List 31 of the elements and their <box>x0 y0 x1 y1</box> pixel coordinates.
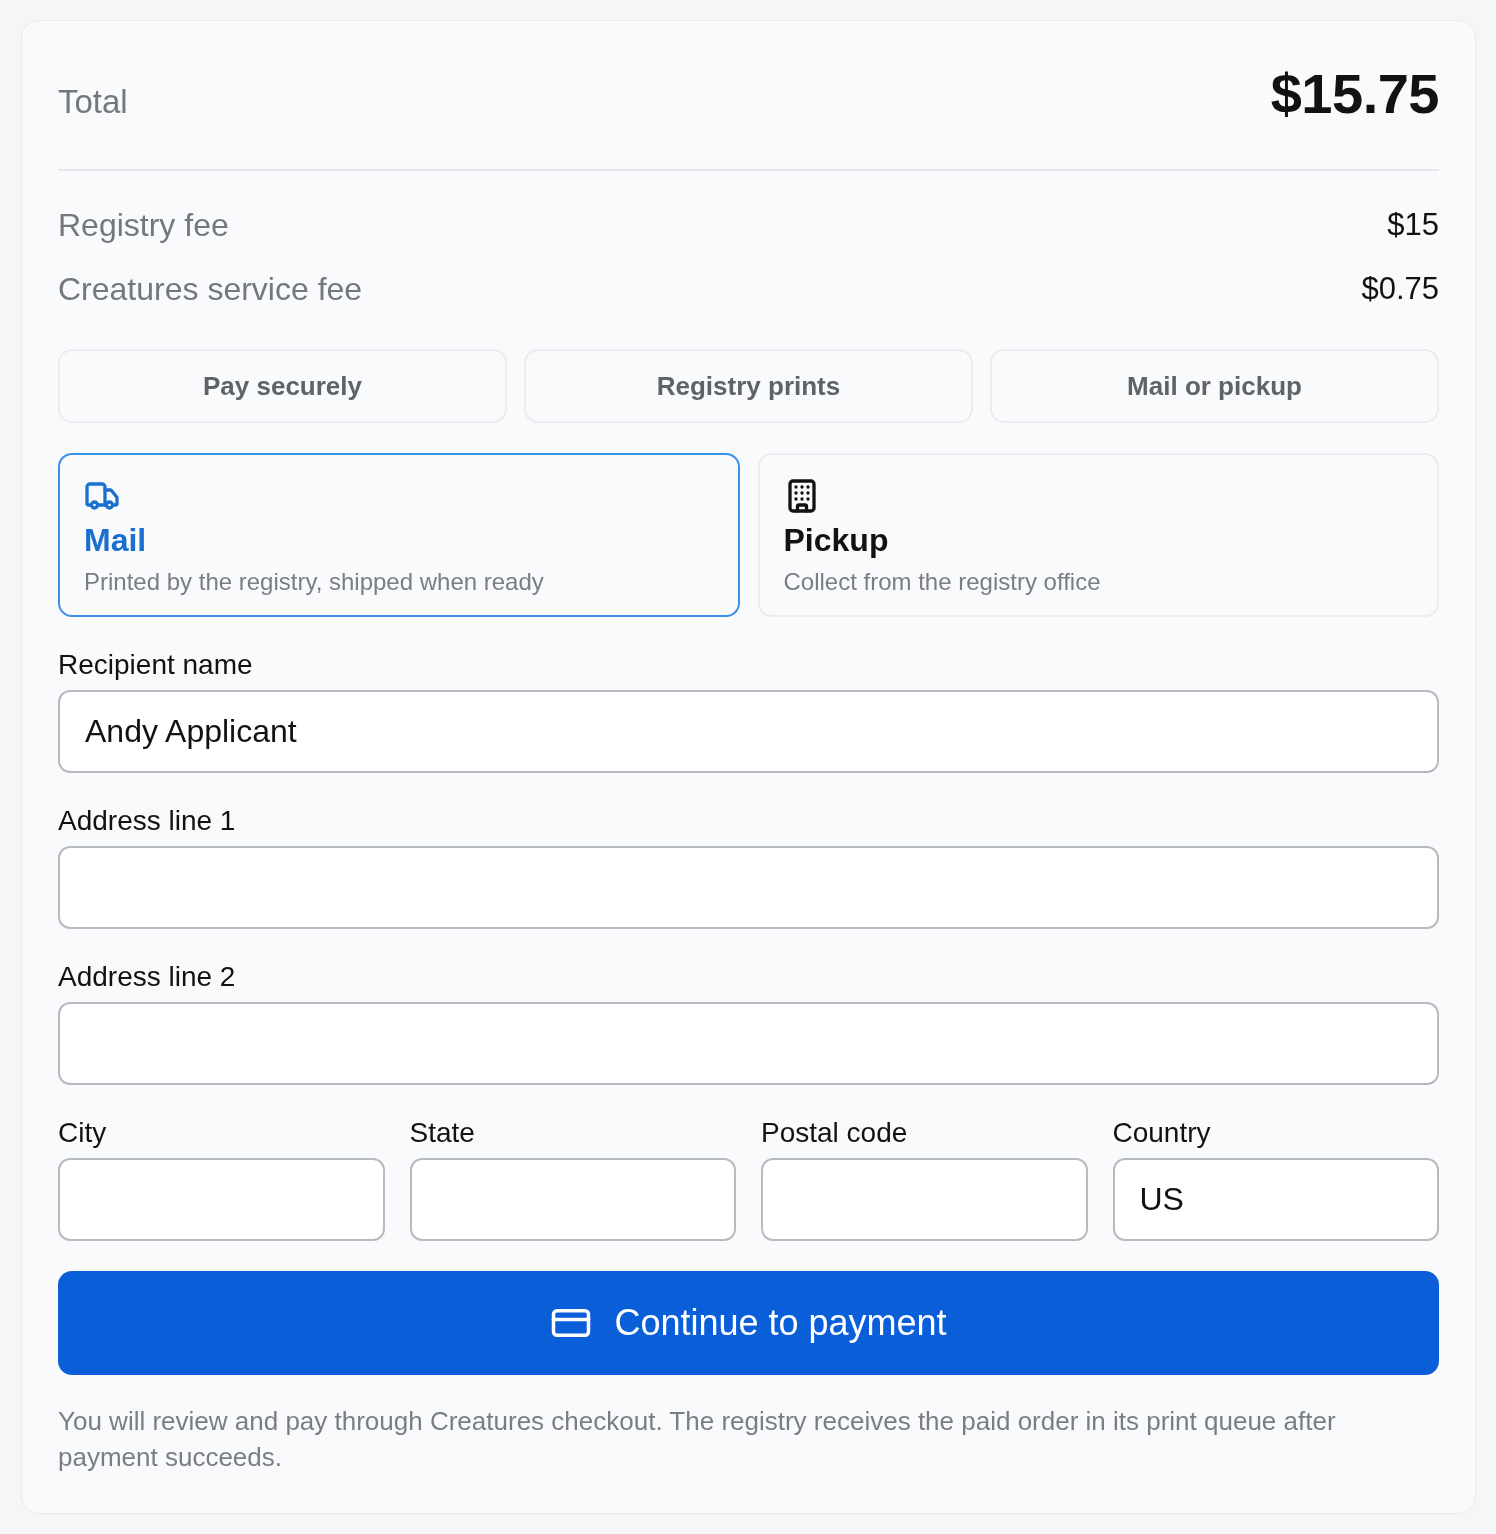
option-description: Printed by the registry, shipped when ready <box>84 567 544 597</box>
option-title: Pickup <box>783 521 889 560</box>
field-label: Recipient name <box>58 648 254 682</box>
fee-label: Creatures service fee <box>58 270 363 308</box>
step-chip: Pay securely <box>58 349 507 423</box>
step-chip: Registry prints <box>524 349 973 423</box>
step-chip: Mail or pickup <box>990 349 1439 423</box>
continue-button[interactable]: Continue to payment <box>58 1271 1439 1375</box>
delivery-option-card[interactable]: Pickup Collect from the registry office <box>757 453 1439 617</box>
total-amount: $15.75 <box>1270 61 1439 126</box>
text-input-field[interactable]: US <box>1112 1158 1439 1241</box>
fee-amount: $15 <box>1387 207 1439 243</box>
text-input-field[interactable] <box>58 1158 385 1241</box>
fee-amount: $0.75 <box>1361 271 1439 307</box>
field-label: State <box>409 1116 476 1150</box>
option-title: Mail <box>84 521 147 560</box>
text-input-field[interactable] <box>409 1158 736 1241</box>
text-input-field[interactable] <box>58 1002 1439 1085</box>
field-label: Country <box>1112 1116 1212 1150</box>
field-label: Postal code <box>761 1116 909 1150</box>
field-label: City <box>58 1116 108 1150</box>
option-description: Collect from the registry office <box>783 567 1101 597</box>
text-input-field[interactable] <box>761 1158 1088 1241</box>
fee-label: Registry fee <box>58 206 229 244</box>
total-label: Total <box>58 83 128 121</box>
text-input-field[interactable]: Andy Applicant <box>58 690 1439 773</box>
delivery-option-card[interactable]: Mail Printed by the registry, shipped when ready <box>58 453 740 617</box>
field-label: Address line 1 <box>58 804 237 838</box>
payment-note: You will review and pay through Creatures checkout. The registry receives the paid order in its print queue after payment succeeds. <box>58 1405 1337 1474</box>
field-label: Address line 2 <box>58 960 237 994</box>
text-input-field[interactable] <box>58 846 1439 929</box>
